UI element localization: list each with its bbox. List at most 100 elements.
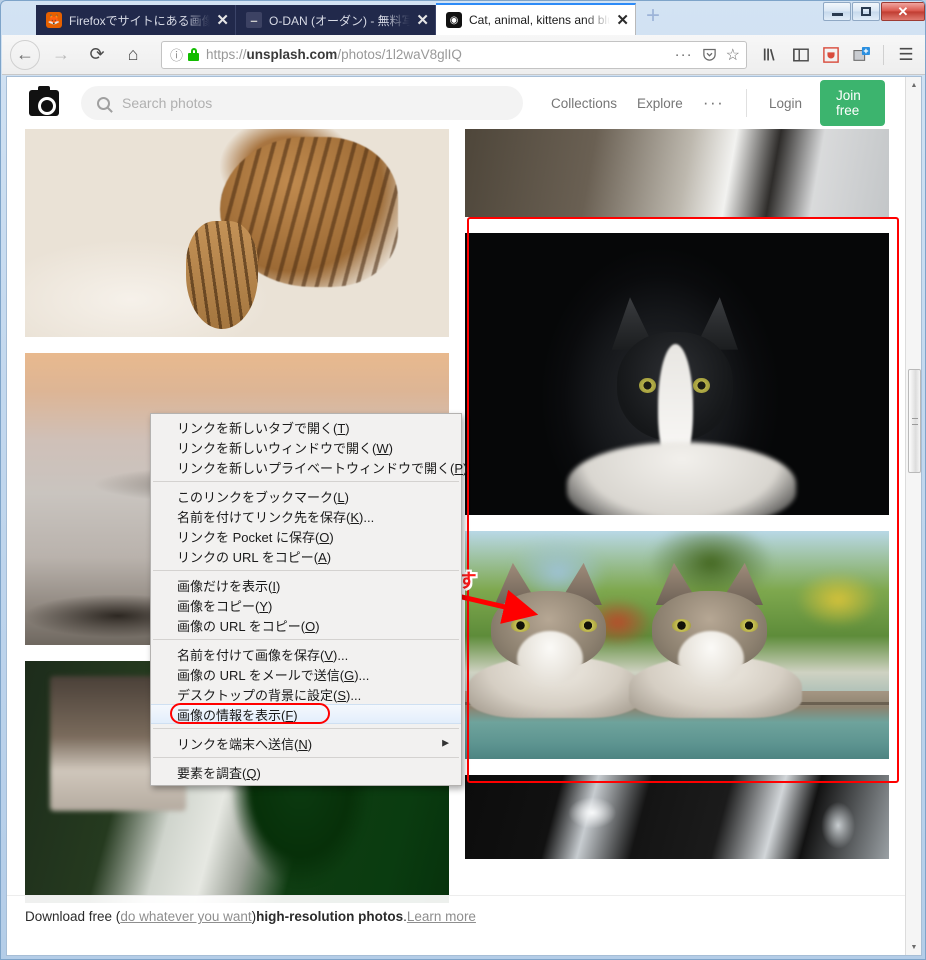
silhouette-photo[interactable] xyxy=(465,775,889,859)
pocket-toolbar-icon[interactable] xyxy=(817,41,845,69)
scrollbar-thumb[interactable] xyxy=(908,369,921,473)
context-menu-item[interactable]: 画像の URL をメールで送信(G)... xyxy=(151,664,461,684)
sidebar-icon[interactable] xyxy=(787,41,815,69)
scroll-down-icon[interactable]: ▼ xyxy=(906,939,921,955)
context-menu-item-label: 名前を付けてリンク先を保存(K)... xyxy=(177,509,375,525)
context-menu-item[interactable]: リンクを端末へ送信(N) ▶ xyxy=(151,733,461,753)
context-menu-accelerator: O xyxy=(319,529,330,545)
context-menu-item[interactable]: リンクを新しいタブで開く(T) xyxy=(151,417,461,437)
title-bar: 🦊 Firefoxでサイトにある画像を… ✕ – O-DAN (オーダン) - … xyxy=(1,1,925,35)
context-menu-item[interactable]: 画像の情報を表示(F) xyxy=(151,704,461,724)
tab-title: O-DAN (オーダン) - 無料写真 xyxy=(269,13,411,28)
context-menu-item[interactable]: 画像をコピー(Y) xyxy=(151,595,461,615)
context-menu-item-label: リンクを新しいタブで開く(T) xyxy=(177,420,350,436)
context-menu-item-label: リンクを端末へ送信(N) xyxy=(177,736,313,752)
context-menu-item-label: リンクを Pocket に保存(O) xyxy=(177,529,334,545)
context-menu-item-label: 画像をコピー(Y) xyxy=(177,598,273,614)
home-button[interactable]: ⌂ xyxy=(118,40,148,70)
url-path: /photos/1l2waV8glIQ xyxy=(337,47,462,62)
context-menu-item-label: 画像の URL をコピー(O) xyxy=(177,618,320,634)
context-menu-accelerator: G xyxy=(344,667,355,683)
context-menu-accelerator: Q xyxy=(246,765,257,781)
nav-explore[interactable]: Explore xyxy=(637,96,683,111)
address-bar[interactable]: ⓘ https://unsplash.com/photos/1l2waV8glI… xyxy=(161,40,747,69)
black-white-cat-photo[interactable] xyxy=(465,233,889,515)
join-free-button[interactable]: Join free xyxy=(819,80,885,126)
do-whatever-you-want-link[interactable]: do whatever you want xyxy=(120,909,251,924)
context-menu-item[interactable]: リンクを Pocket に保存(O) xyxy=(151,526,461,546)
library-icon[interactable] xyxy=(757,41,785,69)
window-photo[interactable] xyxy=(465,129,889,217)
footer-lead: Download free ( xyxy=(25,909,121,924)
page-viewport: Search photos Collections Explore ··· Lo… xyxy=(6,76,922,956)
browser-tab-1[interactable]: 🦊 Firefoxでサイトにある画像を… ✕ xyxy=(36,5,236,35)
camera-icon: ◉ xyxy=(446,12,462,28)
unsplash-camera-logo[interactable] xyxy=(29,86,59,116)
context-menu-item[interactable]: リンクを新しいウィンドウで開く(W) xyxy=(151,437,461,457)
scroll-up-icon[interactable]: ▲ xyxy=(906,77,921,93)
tab-close-icon[interactable]: ✕ xyxy=(616,13,629,28)
context-menu-accelerator: P xyxy=(454,460,464,476)
context-menu-item[interactable]: リンクの URL をコピー(A) xyxy=(151,546,461,566)
context-menu-item[interactable]: リンクを新しいプライベートウィンドウで開く(P) xyxy=(151,457,467,477)
header-nav: Collections Explore ··· xyxy=(551,94,724,111)
context-menu-item[interactable]: 名前を付けてリンク先を保存(K)... xyxy=(151,506,461,526)
footer-bold: high-resolution photos xyxy=(256,909,404,924)
page-actions-icon[interactable]: ··· xyxy=(675,47,693,62)
context-menu-accelerator: N xyxy=(298,736,308,752)
context-menu-separator xyxy=(153,481,459,482)
toolbar-right-icons: ☰ xyxy=(757,41,925,69)
menu-icon[interactable]: ☰ xyxy=(892,41,920,69)
nav-more-icon[interactable]: ··· xyxy=(703,94,724,110)
context-menu-accelerator: O xyxy=(305,618,316,634)
minimize-button[interactable] xyxy=(823,2,851,21)
pocket-icon[interactable] xyxy=(702,47,717,62)
grid-column-right xyxy=(465,129,889,903)
tab-close-icon[interactable]: ✕ xyxy=(416,13,429,28)
learn-more-link[interactable]: Learn more xyxy=(407,909,476,924)
screenshot-icon[interactable] xyxy=(847,41,875,69)
login-link[interactable]: Login xyxy=(769,96,802,111)
browser-tab-3-active[interactable]: ◉ Cat, animal, kittens and blue ✕ xyxy=(436,3,636,35)
bengal-cat-photo[interactable] xyxy=(25,129,449,337)
two-kittens-photo[interactable] xyxy=(465,531,889,759)
forward-button[interactable]: → xyxy=(46,40,76,70)
kitten-muzzle xyxy=(677,630,744,688)
context-menu-separator xyxy=(153,757,459,758)
context-menu-item[interactable]: このリンクをブックマーク(L) xyxy=(151,486,461,506)
context-menu-separator xyxy=(153,639,459,640)
header-divider xyxy=(746,89,747,117)
context-menu-item[interactable]: デスクトップの背景に設定(S)... xyxy=(151,684,461,704)
context-menu-accelerator: Y xyxy=(259,598,269,614)
tab-title: Firefoxでサイトにある画像を… xyxy=(69,13,210,28)
navigation-toolbar: ← → ⟳ ⌂ ⓘ https://unsplash.com/photos/1l… xyxy=(2,35,925,75)
download-free-banner: Download free (do whatever you want) hig… xyxy=(7,895,907,937)
search-input[interactable]: Search photos xyxy=(81,86,523,120)
context-menu-item-label: リンクを新しいウィンドウで開く(W) xyxy=(177,440,393,456)
kitten-muzzle xyxy=(516,630,583,688)
context-menu-item[interactable]: 画像だけを表示(I) xyxy=(151,575,461,595)
tab-title: Cat, animal, kittens and blue xyxy=(469,13,611,27)
back-button[interactable]: ← xyxy=(10,39,40,70)
close-button[interactable]: ✕ xyxy=(881,2,925,21)
context-menu-item[interactable]: 要素を調査(Q) xyxy=(151,762,461,782)
context-menu-item[interactable]: 画像の URL をコピー(O) xyxy=(151,615,461,635)
search-placeholder: Search photos xyxy=(122,95,213,111)
page-scrollbar[interactable]: ▲ ▼ xyxy=(905,77,921,955)
context-menu-accelerator: T xyxy=(337,420,346,436)
context-menu: リンクを新しいタブで開く(T) リンクを新しいウィンドウで開く(W) リンクを新しい… xyxy=(150,413,467,786)
tab-close-icon[interactable]: ✕ xyxy=(216,13,229,28)
new-tab-button[interactable]: + xyxy=(636,3,670,33)
maximize-button[interactable] xyxy=(852,2,880,21)
info-icon[interactable]: ⓘ xyxy=(170,45,183,64)
url-actions: ··· ☆ xyxy=(667,45,740,65)
context-menu-item-label: 画像だけを表示(I) xyxy=(177,578,281,594)
reload-button[interactable]: ⟳ xyxy=(82,40,112,70)
nav-collections[interactable]: Collections xyxy=(551,96,617,111)
context-menu-accelerator: L xyxy=(337,489,345,505)
browser-tab-2[interactable]: – O-DAN (オーダン) - 無料写真 ✕ xyxy=(236,5,436,35)
context-menu-item-label: このリンクをブックマーク(L) xyxy=(177,489,349,505)
firefox-icon: 🦊 xyxy=(46,12,62,28)
context-menu-item[interactable]: 名前を付けて画像を保存(V)... xyxy=(151,644,461,664)
bookmark-star-icon[interactable]: ☆ xyxy=(726,45,740,65)
